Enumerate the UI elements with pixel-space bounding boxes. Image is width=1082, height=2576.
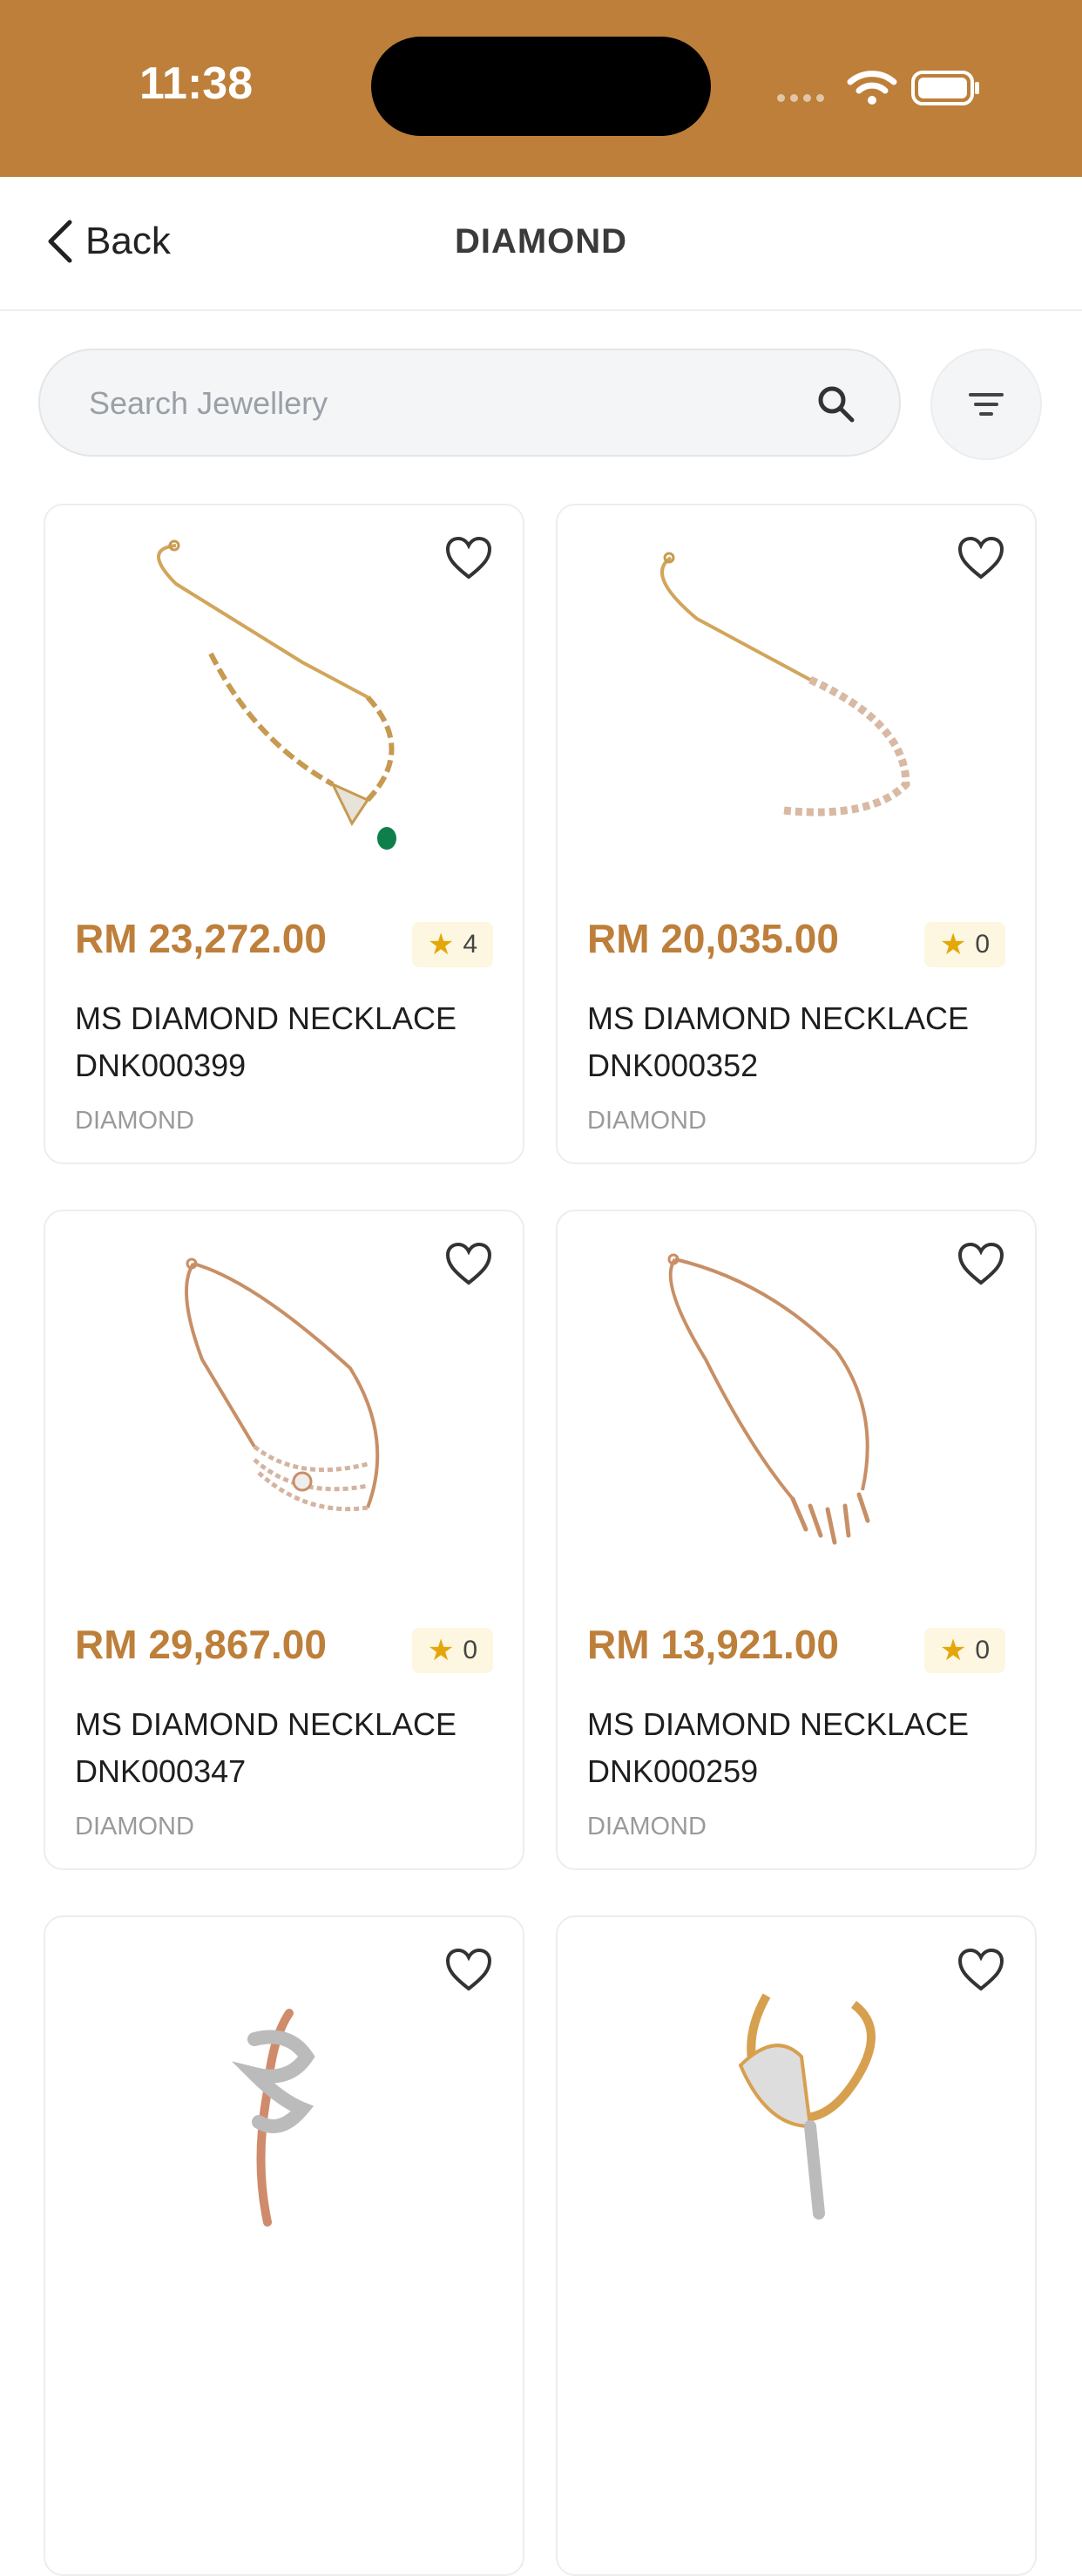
search-input[interactable] [87, 350, 788, 457]
filter-button[interactable] [930, 349, 1042, 460]
status-bar: 11:38 [0, 0, 1082, 177]
product-card[interactable] [44, 1915, 524, 2576]
product-category: DIAMOND [587, 1107, 707, 1135]
product-price: RM 13,921.00 [587, 1622, 839, 1667]
product-price: RM 23,272.00 [75, 916, 327, 961]
product-name: MS DIAMOND NECKLACE DNK000399 [75, 1000, 457, 1083]
product-card[interactable]: RM 20,035.00 ★ 0 MS DIAMOND NECKLACE DNK… [556, 504, 1037, 1164]
rating-badge: ★ 0 [411, 1628, 493, 1673]
product-image [738, 1993, 876, 2220]
heart-icon[interactable] [957, 1947, 1005, 1992]
product-image [157, 539, 396, 850]
page-title: DIAMOND [454, 222, 628, 261]
product-image [231, 2009, 315, 2227]
dynamic-island [371, 37, 711, 136]
product-image [667, 1253, 870, 1545]
product-category: DIAMOND [587, 1813, 707, 1840]
rating-value: 4 [463, 930, 477, 959]
heart-icon[interactable] [957, 535, 1005, 580]
wifi-icon [847, 71, 897, 105]
product-card[interactable]: RM 13,921.00 ★ 0 MS DIAMOND NECKLACE DNK… [556, 1210, 1037, 1870]
star-icon: ★ [939, 928, 967, 961]
product-card[interactable]: RM 29,867.00 ★ 0 MS DIAMOND NECKLACE DNK… [44, 1210, 524, 1870]
search-icon[interactable] [815, 383, 855, 424]
rating-badge: ★ 0 [923, 922, 1005, 967]
navigation-bar: Back DIAMOND [0, 177, 1082, 311]
cellular-signal-icon [777, 94, 824, 102]
rating-badge: ★ 4 [411, 922, 493, 967]
battery-icon [911, 71, 979, 105]
product-card[interactable] [556, 1915, 1037, 2576]
heart-icon[interactable] [444, 535, 493, 580]
search-bar[interactable] [38, 349, 901, 457]
star-icon: ★ [427, 928, 455, 961]
heart-icon[interactable] [444, 1241, 493, 1286]
product-name: MS DIAMOND NECKLACE DNK000259 [587, 1706, 970, 1789]
rating-value: 0 [975, 1636, 990, 1664]
star-icon: ★ [939, 1634, 967, 1667]
product-image [185, 1257, 380, 1512]
star-icon: ★ [427, 1634, 455, 1667]
rating-badge: ★ 0 [923, 1628, 1005, 1673]
filter-icon [969, 393, 1004, 416]
product-card[interactable]: RM 23,272.00 ★ 4 MS DIAMOND NECKLACE DNK… [44, 504, 524, 1164]
product-category: DIAMOND [75, 1813, 194, 1840]
product-name: MS DIAMOND NECKLACE DNK000347 [75, 1706, 457, 1789]
product-category: DIAMOND [75, 1107, 194, 1135]
product-image [660, 552, 910, 817]
product-price: RM 29,867.00 [75, 1622, 327, 1667]
heart-icon[interactable] [444, 1947, 493, 1992]
product-name: MS DIAMOND NECKLACE DNK000352 [587, 1000, 970, 1083]
rating-value: 0 [463, 1636, 477, 1664]
product-price: RM 20,035.00 [587, 916, 839, 961]
rating-value: 0 [975, 930, 990, 959]
heart-icon[interactable] [957, 1241, 1005, 1286]
status-time: 11:38 [139, 58, 254, 109]
